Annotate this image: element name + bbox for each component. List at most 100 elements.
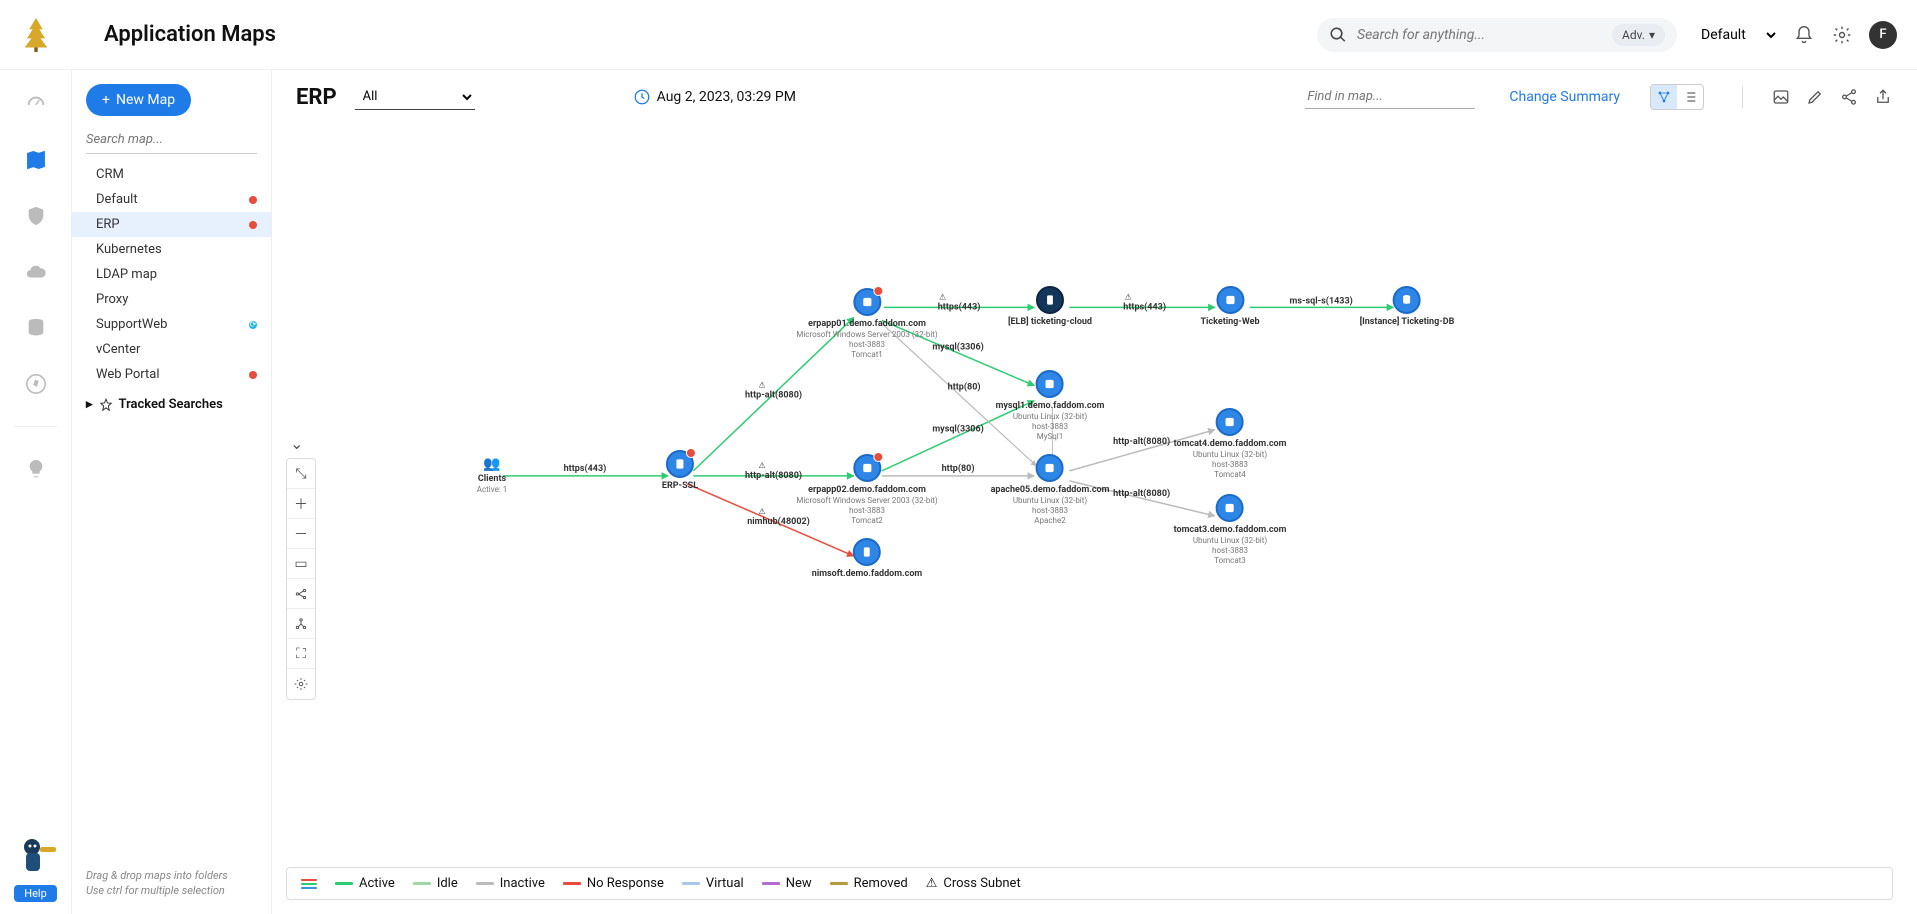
fit-screen-button[interactable]: ▭ (287, 549, 315, 579)
node-label: Clients (477, 474, 507, 485)
map-item-default[interactable]: Default (72, 187, 271, 212)
node-label: tomcat3.demo.faddom.com (1174, 525, 1287, 536)
plus-icon: + (102, 92, 110, 108)
svg-text:⚠: ⚠ (758, 507, 765, 516)
global-search[interactable]: Adv. ▾ (1317, 18, 1677, 52)
map-search-input[interactable] (86, 126, 257, 154)
new-map-button[interactable]: + New Map (86, 84, 191, 116)
environment-select[interactable]: Default (1689, 20, 1779, 50)
maps-sidebar: + New Map CRM Default ERP Kubernetes LDA… (72, 70, 272, 914)
help-widget[interactable]: Help (12, 833, 60, 902)
node-tomcat4[interactable]: tomcat4.demo.faddom.com Ubuntu Linux (32… (1174, 408, 1287, 480)
svg-text:⚠: ⚠ (939, 292, 946, 301)
svg-text:⚠: ⚠ (758, 381, 765, 390)
tracked-label: Tracked Searches (119, 397, 223, 412)
minimize-icon[interactable]: ⤡ (287, 459, 315, 489)
help-button[interactable]: Help (14, 885, 57, 902)
view-list-button[interactable] (1677, 85, 1703, 109)
server-icon (1036, 454, 1064, 482)
advanced-search-toggle[interactable]: Adv. ▾ (1612, 24, 1665, 46)
map-item-label: Kubernetes (96, 242, 162, 257)
node-mysql1[interactable]: mysql1.demo.faddom.com Ubuntu Linux (32-… (996, 370, 1105, 442)
map-title: ERP (296, 85, 337, 110)
app-logo[interactable] (0, 18, 72, 52)
map-item-ldap[interactable]: LDAP map (72, 262, 271, 287)
node-erpapp01[interactable]: erpapp01.demo.faddom.com Microsoft Windo… (796, 288, 937, 360)
legend-label: Active (359, 876, 395, 891)
fullscreen-icon[interactable]: ⛶ (287, 639, 315, 669)
map-item-crm[interactable]: CRM (72, 162, 271, 187)
server-icon (1216, 494, 1244, 522)
node-sub: host-3883 (1174, 460, 1287, 470)
map-list: CRM Default ERP Kubernetes LDAP map Prox… (72, 162, 271, 387)
map-settings-icon[interactable] (287, 669, 315, 699)
node-tomcat3[interactable]: tomcat3.demo.faddom.com Ubuntu Linux (32… (1174, 494, 1287, 566)
rail-explore-icon[interactable] (22, 370, 50, 398)
svg-text:⚠: ⚠ (1125, 292, 1132, 301)
node-sub: Ubuntu Linux (32-bit) (1174, 450, 1287, 460)
rail-insights-icon[interactable] (22, 455, 50, 483)
rail-maps-icon[interactable] (22, 146, 50, 174)
map-item-erp[interactable]: ERP (72, 212, 271, 237)
caret-right-icon: ▸ (86, 397, 93, 412)
rail-dashboard-icon[interactable] (22, 90, 50, 118)
map-item-kubernetes[interactable]: Kubernetes (72, 237, 271, 262)
map-item-label: CRM (96, 167, 124, 182)
download-image-icon[interactable] (1771, 87, 1791, 107)
node-ticketing-db[interactable]: [Instance] Ticketing-DB (1360, 286, 1455, 328)
node-clients[interactable]: 👥 Clients Active: 1 (477, 456, 507, 495)
node-sub: host-3883 (796, 506, 937, 516)
server-icon (853, 288, 881, 316)
nav-rail: Help (0, 70, 72, 914)
user-avatar[interactable]: F (1869, 21, 1897, 49)
hierarchy-icon[interactable] (287, 609, 315, 639)
timestamp[interactable]: Aug 2, 2023, 03:29 PM (633, 88, 796, 106)
notifications-icon[interactable] (1793, 24, 1815, 46)
svg-text:http(80): http(80) (948, 382, 981, 393)
map-item-proxy[interactable]: Proxy (72, 287, 271, 312)
node-elb-ticketing[interactable]: [ELB] ticketing-cloud (1008, 286, 1092, 328)
map-item-supportweb[interactable]: SupportWeb⟳ (72, 312, 271, 337)
svg-text:ms-sql-s(1433): ms-sql-s(1433) (1290, 295, 1353, 306)
legend-removed: Removed (830, 876, 908, 891)
settings-icon[interactable] (1831, 24, 1853, 46)
rail-security-icon[interactable] (22, 202, 50, 230)
status-dot-red (249, 196, 257, 204)
server-icon (853, 538, 881, 566)
panel-collapse-toggle[interactable]: ⌄ (290, 434, 303, 453)
tracked-searches-toggle[interactable]: ▸ Tracked Searches (72, 387, 271, 422)
map-filter-select[interactable]: All (355, 84, 475, 110)
footer-hint-2: Use ctrl for multiple selection (86, 884, 257, 898)
change-summary-link[interactable]: Change Summary (1509, 89, 1620, 105)
tree-icon (22, 18, 50, 52)
find-in-map-input[interactable] (1305, 85, 1475, 109)
svg-text:mysql(3306): mysql(3306) (932, 424, 983, 435)
node-nimsoft[interactable]: nimsoft.demo.faddom.com (812, 538, 922, 580)
node-sub: Ubuntu Linux (32-bit) (991, 496, 1110, 506)
legend-cross-subnet: ⚠Cross Subnet (926, 876, 1021, 891)
share-icon[interactable] (1839, 87, 1859, 107)
map-item-label: LDAP map (96, 267, 157, 282)
rail-database-icon[interactable] (22, 314, 50, 342)
edit-icon[interactable] (1805, 87, 1825, 107)
node-sub: host-3883 (1174, 546, 1287, 556)
map-canvas[interactable]: https(443) ⚠ http-alt(8080) ⚠ http-alt(8… (272, 118, 1917, 914)
node-apache05[interactable]: apache05.demo.faddom.com Ubuntu Linux (3… (991, 454, 1110, 526)
svg-text:http-alt(8080): http-alt(8080) (1113, 488, 1170, 499)
relayout-icon[interactable] (287, 579, 315, 609)
zoom-out-button[interactable]: － (287, 519, 315, 549)
node-erp-ssl[interactable]: ERP-SSL (662, 450, 698, 492)
map-item-webportal[interactable]: Web Portal (72, 362, 271, 387)
export-icon[interactable] (1873, 87, 1893, 107)
node-erpapp02[interactable]: erpapp02.demo.faddom.com Microsoft Windo… (796, 454, 937, 526)
rail-cloud-icon[interactable] (22, 258, 50, 286)
global-search-input[interactable] (1357, 27, 1604, 43)
view-graph-button[interactable] (1651, 85, 1677, 109)
map-item-label: vCenter (96, 342, 140, 357)
topbar-actions: F (1793, 21, 1897, 49)
legend-menu-icon[interactable] (301, 879, 317, 889)
map-item-vcenter[interactable]: vCenter (72, 337, 271, 362)
node-ticketing-web[interactable]: Ticketing-Web (1200, 286, 1259, 328)
zoom-in-button[interactable]: ＋ (287, 489, 315, 519)
legend-active: Active (335, 876, 395, 891)
